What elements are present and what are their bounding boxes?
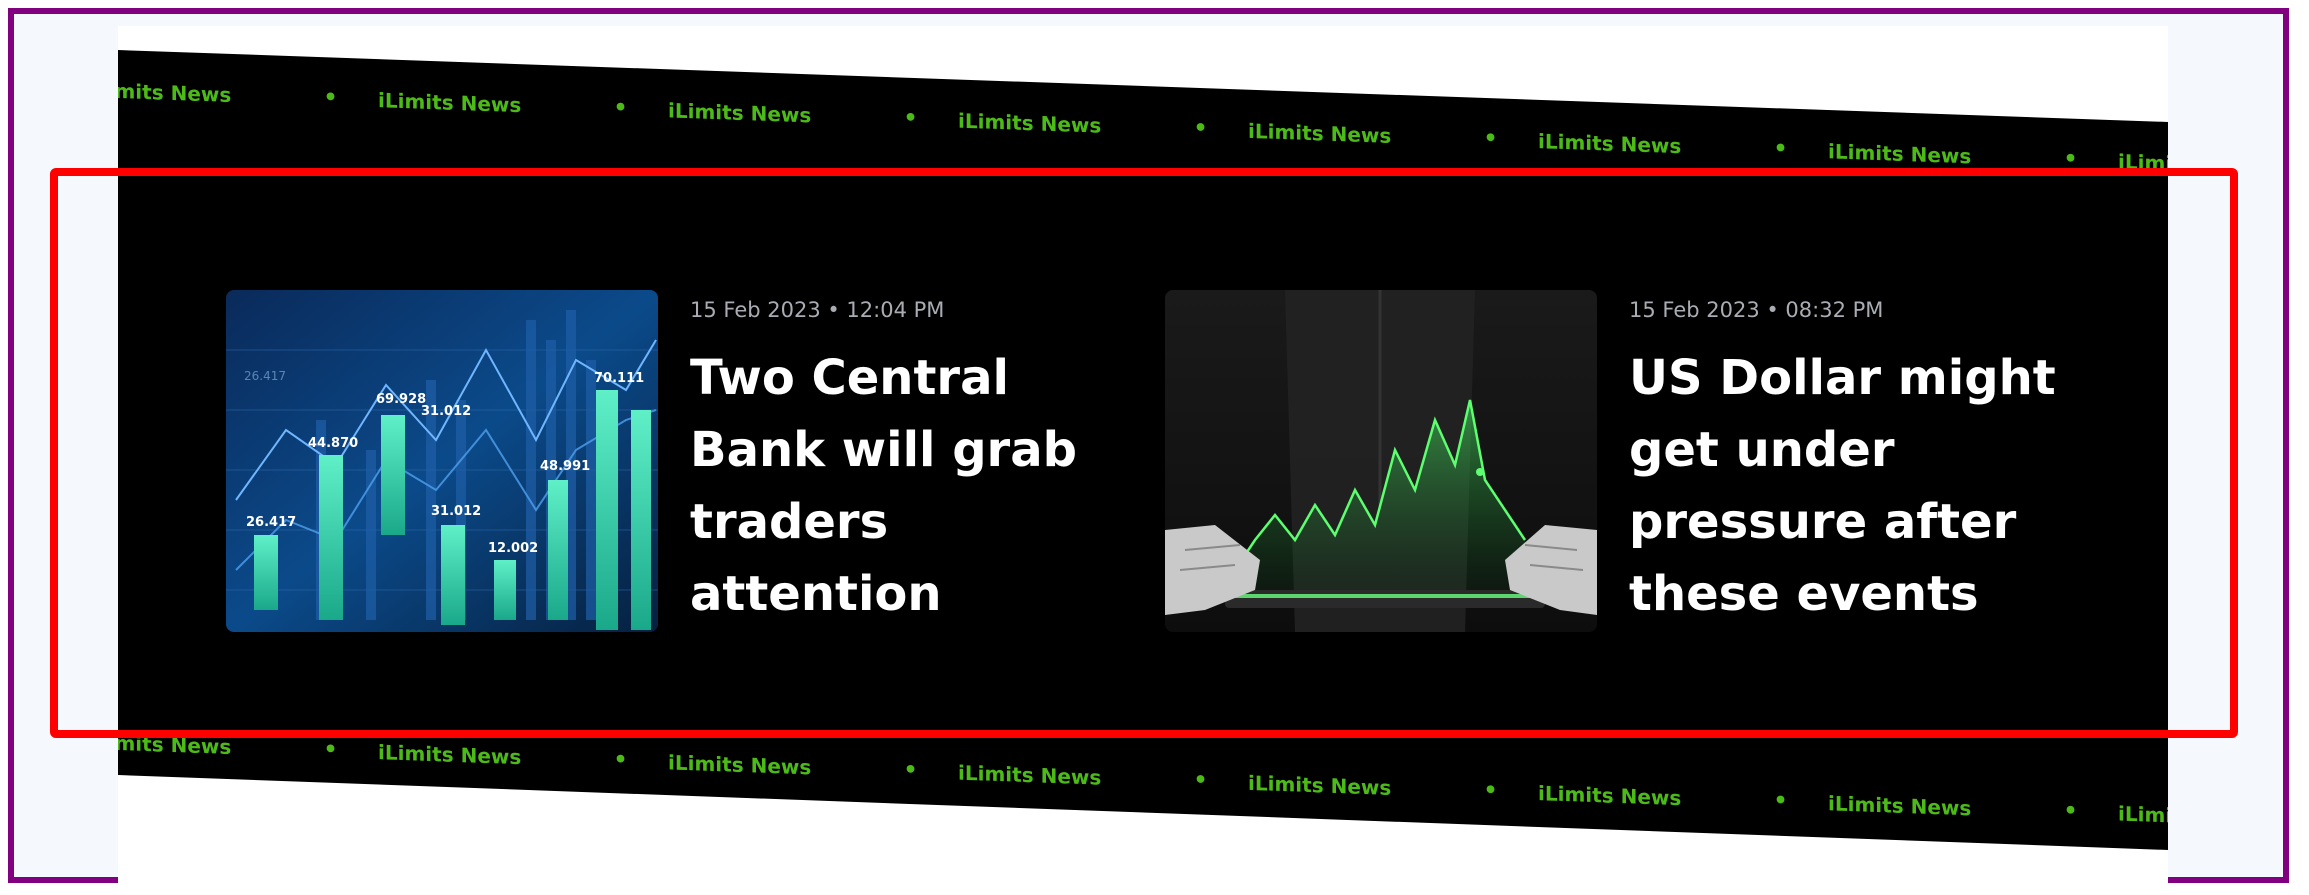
chart-label: 48.991 (540, 459, 590, 474)
article-card[interactable]: 15 Feb 2023 • 08:32 PM US Dollar might g… (1165, 290, 2065, 632)
article-text: 15 Feb 2023 • 08:32 PM US Dollar might g… (1629, 298, 2069, 630)
article-title[interactable]: US Dollar might get under pressure after… (1629, 342, 2069, 630)
ticker-item[interactable]: iLimits News (2118, 801, 2168, 832)
article-date: 15 Feb 2023 • 12:04 PM (690, 298, 945, 322)
chart-label: 26.417 (246, 515, 296, 530)
stock-chart-image[interactable]: 26.417 44.870 69.928 31.012 31.012 12.00… (226, 290, 658, 632)
chart-label: 69.928 (376, 392, 426, 407)
chart-label: 44.870 (308, 436, 358, 451)
chart-label: 70.111 (594, 371, 644, 386)
stock-chart-graphic: 26.417 44.870 69.928 31.012 31.012 12.00… (226, 290, 658, 632)
chart-label: 12.002 (488, 541, 538, 556)
hands-tablet-graphic (1165, 290, 1597, 632)
ticker-item[interactable]: iLimits News (2118, 149, 2168, 180)
article-card[interactable]: 26.417 44.870 69.928 31.012 31.012 12.00… (226, 290, 1086, 632)
hands-tablet-chart-image[interactable] (1165, 290, 1597, 632)
chart-label: 31.012 (431, 504, 481, 519)
article-title[interactable]: Two Central Bank will grab traders atten… (690, 342, 1130, 630)
article-text: 15 Feb 2023 • 12:04 PM Two Central Bank … (690, 298, 1130, 630)
chart-label: 31.012 (421, 404, 471, 419)
article-date: 15 Feb 2023 • 08:32 PM (1629, 298, 1884, 322)
chart-label: 26.417 (244, 369, 286, 383)
